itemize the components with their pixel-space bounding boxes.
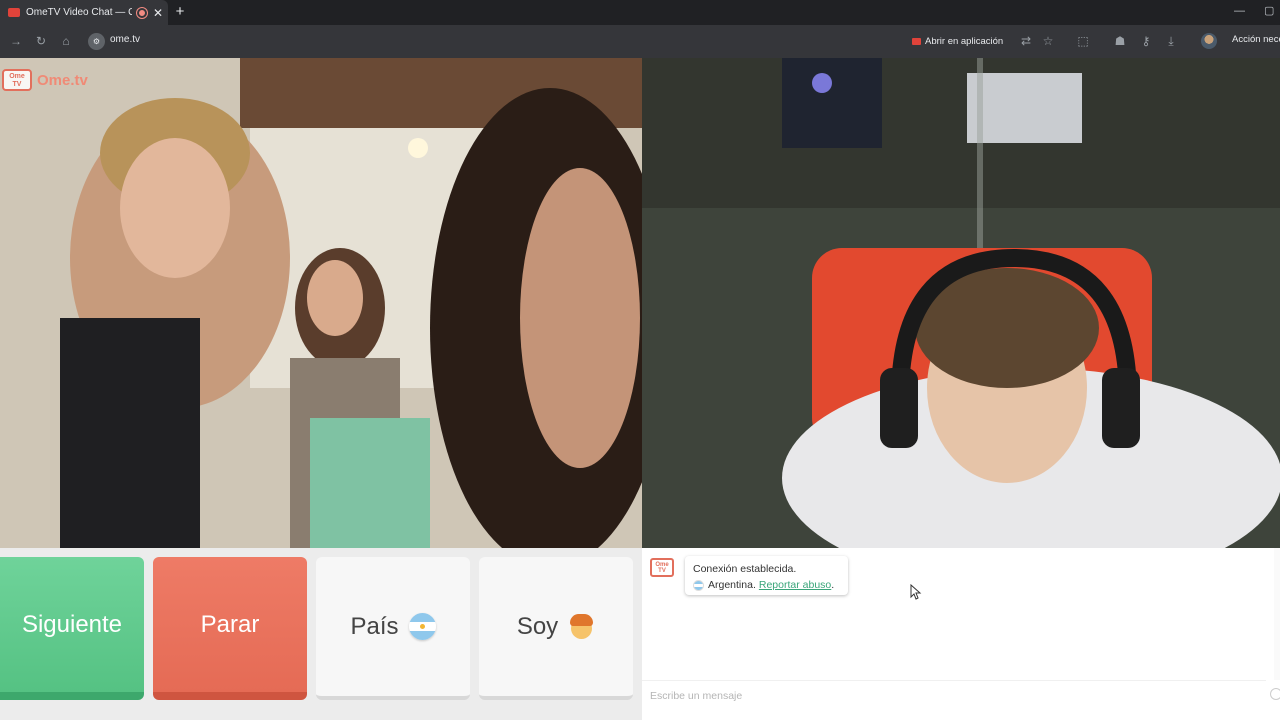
open-in-app-button[interactable]: Abrir en aplicación [906, 32, 1009, 51]
forward-icon[interactable]: → [8, 33, 24, 49]
country-label: País [350, 612, 399, 640]
connection-status: Conexión establecida. [693, 563, 797, 575]
profile-avatar[interactable] [1201, 33, 1217, 49]
logo-text: Ome.tv [37, 71, 88, 89]
argentina-flag-icon [408, 613, 436, 640]
recording-indicator-icon [137, 7, 147, 18]
app-icon [912, 38, 921, 45]
country-filter-button[interactable]: País [316, 557, 470, 700]
chat-ometv-logo: Ome TV [650, 558, 674, 577]
reload-icon[interactable]: ↻ [33, 33, 49, 49]
stranger-country: Argentina. [708, 579, 756, 591]
mouse-cursor-icon [910, 584, 922, 600]
stranger-video-scene [0, 58, 642, 548]
home-icon[interactable]: ⌂ [58, 33, 74, 49]
report-abuse-link[interactable]: Reportar abuso [759, 577, 831, 593]
bookmark-star-icon[interactable]: ☆ [1040, 33, 1056, 49]
ometv-favicon-icon [8, 8, 20, 17]
system-message: Conexión establecida. Argentina. Reporta… [685, 556, 848, 595]
extensions-icon[interactable]: ⬚ [1075, 33, 1091, 49]
tab-close-button[interactable]: ✕ [153, 7, 163, 19]
ometv-logo[interactable]: Ome TV Ome.tv [2, 69, 88, 91]
tab-title: OmeTV Video Chat — Ome. [26, 7, 132, 18]
logo-badge: Ome TV [2, 69, 32, 91]
next-label: Siguiente [21, 610, 123, 638]
gender-label: Soy [516, 612, 559, 640]
download-icon[interactable]: ⤓ [1163, 33, 1179, 49]
translate-icon[interactable]: ⇄ [1018, 33, 1034, 49]
action-required-button[interactable]: Acción neces [1232, 34, 1280, 45]
report-suffix: . [831, 579, 835, 591]
open-in-app-label: Abrir en aplicación [925, 36, 1004, 47]
boy-emoji-icon [568, 613, 595, 640]
emoji-icon[interactable] [1270, 688, 1280, 700]
stranger-video: Ome TV Ome.tv [0, 58, 642, 548]
self-video-scene [642, 58, 1280, 548]
chat-panel: Ome TV Conexión establecida. Argentina. … [642, 548, 1280, 720]
message-input[interactable] [642, 680, 1266, 710]
ometv-page: Ome TV Ome.tv Siguiente Parar País Soy O… [0, 58, 1280, 720]
controls-panel: Siguiente Parar País Soy [0, 548, 642, 720]
new-tab-button[interactable]: + [172, 3, 188, 21]
stop-button[interactable]: Parar [153, 557, 307, 700]
password-key-icon[interactable]: ⚷ [1138, 33, 1154, 49]
argentina-flag-small-icon [693, 579, 704, 591]
stop-label: Parar [200, 610, 260, 638]
maximize-button[interactable]: ▢ [1264, 2, 1274, 20]
site-info-icon[interactable]: ⚙ [88, 33, 105, 50]
browser-tab-active[interactable]: OmeTV Video Chat — Ome. ✕ [0, 0, 168, 25]
browser-tabstrip: OmeTV Video Chat — Ome. ✕ + — ▢ [0, 0, 1280, 25]
address-bar[interactable]: ome.tv [110, 34, 140, 45]
minimize-button[interactable]: — [1234, 2, 1245, 20]
gender-select-button[interactable]: Soy [479, 557, 633, 700]
self-video [642, 58, 1280, 548]
browser-toolbar: → ↻ ⌂ ⚙ ome.tv Abrir en aplicación ⇄ ☆ ⬚… [0, 25, 1280, 58]
next-button[interactable]: Siguiente [0, 557, 144, 700]
incognito-icon[interactable]: ☗ [1112, 33, 1128, 49]
chat-scrollbar[interactable] [1274, 548, 1280, 680]
